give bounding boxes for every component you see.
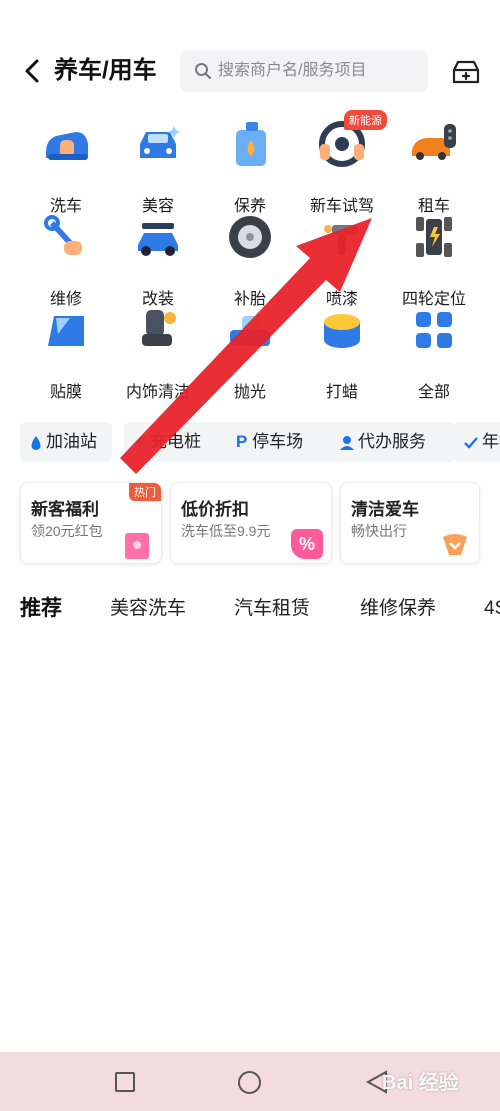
- new-energy-badge: 新能源: [344, 110, 387, 130]
- service-label: 全部: [417, 384, 450, 401]
- car-seat-icon: [142, 310, 176, 346]
- promo-title: 新客福利: [31, 500, 99, 519]
- discount-tag-icon: %: [291, 529, 323, 559]
- quick-service-chips: 加油站 充电桩 P 停车场 代办服务 年检: [20, 422, 500, 462]
- service-label: 抛光: [233, 384, 266, 401]
- chip-label: 停车场: [252, 432, 304, 451]
- recent-apps-button[interactable]: [115, 1072, 135, 1092]
- service-label: 打蜡: [325, 384, 358, 401]
- oil-can-icon: [236, 122, 266, 166]
- promo-subtitle: 领20元红包: [31, 523, 103, 539]
- charging-icon: [135, 435, 145, 450]
- hot-badge: 热门: [129, 483, 161, 501]
- category-tabs: 推荐 美容洗车 汽车租赁 维修保养 4S: [20, 592, 500, 632]
- chip-label: 代办服务: [358, 432, 426, 451]
- service-maintenance[interactable]: 保养: [204, 110, 296, 215]
- promo-card-new-customer[interactable]: 新客福利 领20元红包 热门: [20, 482, 162, 564]
- watermark: Bai 经验: [382, 1072, 459, 1094]
- search-bar[interactable]: [180, 50, 428, 92]
- service-car-wash[interactable]: 洗车: [20, 110, 112, 215]
- modified-car-icon: [138, 223, 178, 256]
- service-car-beauty[interactable]: 美容: [112, 110, 204, 215]
- coupon-icon: [443, 534, 467, 555]
- chip-gas-station[interactable]: 加油站: [20, 422, 112, 462]
- back-arrow-icon[interactable]: [18, 54, 48, 88]
- check-icon: [464, 436, 478, 449]
- search-icon: [195, 63, 211, 79]
- tab-repair-maintenance[interactable]: 维修保养: [360, 592, 436, 626]
- chip-charging-station[interactable]: 充电桩: [124, 422, 234, 462]
- chip-parking[interactable]: P 停车场: [226, 422, 336, 462]
- service-wheel-alignment[interactable]: 四轮定位: [388, 203, 480, 308]
- service-all[interactable]: 全部: [388, 296, 480, 401]
- service-label: 内饰清洁: [125, 384, 190, 401]
- service-waxing[interactable]: 打蜡: [296, 296, 388, 401]
- car-wash-icon: [46, 132, 88, 160]
- promo-card-discount[interactable]: 低价折扣 洗车低至9.9元 %: [170, 482, 332, 564]
- wrench-icon: [44, 215, 82, 255]
- search-input[interactable]: [218, 50, 418, 92]
- wax-icon: [324, 314, 360, 348]
- service-repair[interactable]: 维修: [20, 203, 112, 308]
- red-envelope-icon: [125, 533, 149, 559]
- page-title: 养车/用车: [54, 57, 157, 84]
- chip-label: 年检: [482, 432, 500, 451]
- wheel-alignment-icon: [416, 217, 452, 257]
- service-interior-cleaning[interactable]: 内饰清洁: [112, 296, 204, 401]
- promo-subtitle: 畅快出行: [351, 523, 407, 539]
- tab-car-rental[interactable]: 汽车租赁: [234, 592, 310, 626]
- parking-icon: P: [236, 432, 248, 451]
- tire-icon: [229, 216, 271, 258]
- promo-title: 低价折扣: [181, 500, 249, 519]
- service-polishing[interactable]: 抛光: [204, 296, 296, 401]
- tab-4s[interactable]: 4S: [484, 592, 500, 626]
- my-garage-icon[interactable]: [448, 56, 484, 88]
- service-painting[interactable]: 喷漆: [296, 203, 388, 308]
- system-navigation-bar: Bai 经验: [0, 1052, 500, 1111]
- service-tire-repair[interactable]: 补胎: [204, 203, 296, 308]
- chip-label: 加油站: [46, 432, 97, 451]
- car-beauty-icon: [140, 126, 180, 158]
- service-window-film[interactable]: 贴膜: [20, 296, 112, 401]
- window-film-icon: [48, 316, 84, 346]
- tab-beauty-wash[interactable]: 美容洗车: [110, 592, 186, 626]
- chip-annual-inspection[interactable]: 年检: [454, 422, 500, 462]
- grid-all-icon: [416, 312, 452, 348]
- person-icon: [340, 435, 354, 450]
- polish-icon: [230, 316, 270, 346]
- home-button[interactable]: [238, 1071, 261, 1094]
- tab-recommended[interactable]: 推荐: [20, 592, 62, 626]
- car-key-icon: [412, 124, 456, 160]
- spray-gun-icon: [324, 225, 358, 255]
- header-bar: 养车/用车: [0, 44, 500, 98]
- promo-title: 清洁爱车: [351, 500, 419, 519]
- promo-card-clean-car[interactable]: 清洁爱车 畅快出行: [340, 482, 480, 564]
- promo-subtitle: 洗车低至9.9元: [181, 523, 271, 539]
- chip-label: 充电桩: [150, 432, 201, 451]
- fuel-drop-icon: [31, 435, 41, 450]
- service-car-rental[interactable]: 租车: [388, 110, 480, 215]
- chip-agency-service[interactable]: 代办服务: [330, 422, 456, 462]
- service-label: 贴膜: [49, 384, 82, 401]
- service-modification[interactable]: 改装: [112, 203, 204, 308]
